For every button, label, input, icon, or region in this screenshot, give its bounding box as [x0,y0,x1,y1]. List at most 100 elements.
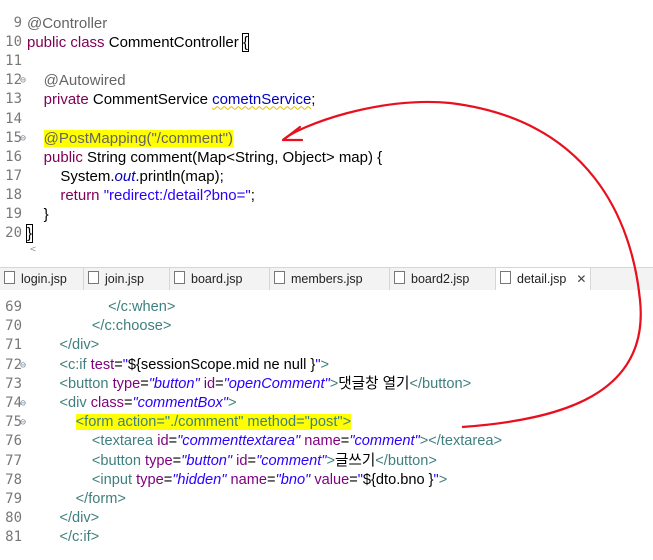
code-token: ; [311,91,316,109]
code-line[interactable]: 14 [0,110,653,129]
code-token: String comment(Map<String, Object> map) … [82,148,383,166]
code-token: "redirect:/detail?bno=" [103,186,251,204]
code-line[interactable]: 77 <button type="button" id="comment">글쓰… [0,452,653,471]
code-line[interactable]: 81 </c:if> [0,528,653,547]
line-number: 80 [5,510,22,527]
code-token: "comment" [349,433,420,450]
java-editor[interactable]: 9 @Controller 10 public class CommentContro… [0,0,653,262]
code-token: "hidden" [172,471,227,488]
jsp-file-icon [174,271,185,284]
code-token: = [172,452,182,469]
code-line[interactable]: 76 <textarea id="commenttextarea" name="… [0,432,653,451]
line-number: 71 [5,337,22,354]
line-number: 70 [5,318,22,335]
code-token: cometnService [212,91,312,109]
code-text: </c:choose> [27,317,172,336]
code-line[interactable]: 69 </c:when> [0,298,653,317]
code-token: ></textarea> [419,433,503,450]
code-token: } [25,224,34,244]
code-token: "commenttextarea" [177,433,301,450]
tab-members-jsp[interactable]: members.jsp [270,268,390,291]
code-text: </c:when> [27,298,175,317]
line-number: 9 [13,15,22,31]
code-token: = [247,452,257,469]
code-token: type [145,452,173,469]
tab-join-jsp[interactable]: join.jsp [84,268,170,291]
code-line[interactable]: 71 </div> [0,336,653,355]
code-token: "button" [181,452,233,469]
code-text: <button type="button" id="comment">글쓰기</… [27,452,437,471]
code-text: <button type="button" id="openComment">댓… [27,375,471,394]
code-line[interactable]: 12 ⊖ @Autowired [0,71,653,90]
code-token: System. [27,167,115,185]
code-token: </form> [75,491,126,507]
code-token: = [163,471,173,488]
fold-toggle-icon[interactable]: ⊖ [20,394,26,413]
code-text: } [27,205,49,224]
jsp-file-icon [88,271,99,284]
code-line[interactable]: 18 return "redirect:/detail?bno="; [0,186,653,205]
code-text: <textarea id="commenttextarea" name="com… [27,432,502,451]
tab-label: members.jsp [291,272,363,286]
code-line[interactable]: 78 <input type="hidden" name="bno" value… [0,471,653,490]
tab-detail-jsp[interactable]: detail.jsp ✕ [496,268,591,291]
code-token: </c:choose> [91,318,172,335]
code-line[interactable]: 80 </div> [0,509,653,528]
line-number: 18 [5,186,22,203]
scroll-left-icon[interactable]: < [30,244,36,255]
line-number: 77 [5,452,22,469]
code-line[interactable]: 10 public class CommentController { [0,33,653,53]
code-text: <div class="commentBox"> [27,394,236,413]
code-line[interactable]: 74 ⊖ <div class="commentBox"> [0,394,653,413]
code-line[interactable]: 19 } [0,205,653,224]
code-text: <input type="hidden" name="bno" value="$… [27,471,447,490]
code-token: class [70,34,105,52]
code-line[interactable]: 9 @Controller [0,14,653,33]
code-line[interactable]: 75 ⊖ <form action="./comment" method="pos… [0,413,653,432]
code-token: > [320,356,330,373]
tab-board2-jsp[interactable]: board2.jsp [390,268,496,291]
code-line[interactable]: 72 ⊖ <c:if test="${sessionScope.mid ne nu… [0,356,653,375]
code-token: </button> [409,375,472,392]
code-token: = [349,471,358,488]
code-token: <c:if [59,356,87,373]
code-line[interactable]: 13 private CommentService cometnService; [0,90,653,109]
code-token: > [329,375,339,392]
code-token: </div> [59,337,100,354]
tab-login-jsp[interactable]: login.jsp [0,268,84,291]
code-text: @Controller [27,14,107,33]
code-text: <c:if test="${sessionScope.mid ne null }… [27,356,329,375]
jsp-editor[interactable]: 69 </c:when> 70 </c:choose> 71 </div> 72 ⊖ <… [0,290,653,560]
fold-toggle-icon[interactable]: ⊖ [20,356,26,375]
code-token: ${sessionScope.mid ne null } [127,356,316,373]
tab-label: board2.jsp [411,272,470,286]
line-number: 78 [5,471,22,488]
code-line[interactable]: 11 [0,52,653,71]
line-number: 81 [5,529,22,546]
fold-toggle-icon[interactable]: ⊖ [20,413,26,432]
code-token: </div> [59,510,100,527]
tab-label: board.jsp [191,272,243,286]
fold-toggle-icon[interactable]: ⊖ [20,71,26,90]
line-number: 75 [5,414,22,431]
code-line[interactable]: 70 </c:choose> [0,317,653,336]
code-text: </c:if> [27,528,99,547]
close-icon[interactable]: ✕ [576,272,586,286]
code-token: <button [91,452,141,469]
code-line[interactable]: 17 System.out.println(map); [0,167,653,186]
tab-board-jsp[interactable]: board.jsp [170,268,270,291]
fold-toggle-icon[interactable]: ⊖ [20,129,26,148]
code-line[interactable]: 15 ⊖ @PostMapping("/comment") [0,129,653,148]
code-line[interactable]: 73 <button type="button" id="openComment… [0,375,653,394]
code-line[interactable]: 79 </form> [0,490,653,509]
code-text: } [25,224,34,244]
code-token: "comment" [256,452,327,469]
code-token: "openComment" [223,375,330,392]
code-line[interactable]: 16 public String comment(Map<String, Obj… [0,148,653,167]
code-token: <button [59,375,109,392]
code-line[interactable]: 20} [0,224,653,244]
